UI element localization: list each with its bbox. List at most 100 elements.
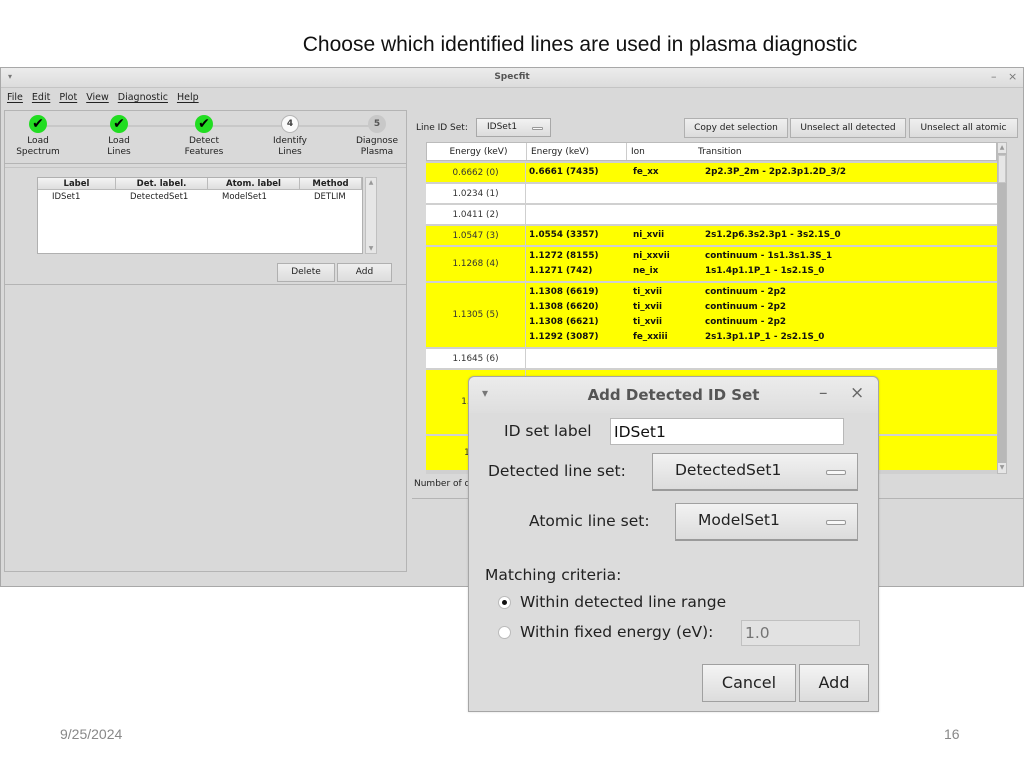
column-header-atomic-energy[interactable]: Energy (keV) [527,143,627,160]
unselect-all-atomic-button[interactable]: Unselect all atomic [909,118,1018,138]
option-within-fixed-energy-label[interactable]: Within fixed energy (eV): [520,623,713,641]
atomic-line[interactable]: 1.1271 (742) ne_ix 1s1.4p1.1P_1 - 1s2.1S_0 [526,264,997,279]
minimize-icon[interactable]: – [991,70,997,83]
dialog-minimize-icon[interactable]: – [819,383,828,403]
detected-energy-cell[interactable]: 1.0547 (3) [426,226,526,245]
line-id-set-dropdown[interactable]: IDSet1 [476,118,551,137]
atomic-line[interactable]: 1.1308 (6620) ti_xvii continuum - 2p2 [526,300,997,315]
scroll-up-icon[interactable]: ▲ [367,179,375,186]
dropdown-grip-icon [532,126,543,130]
step-load-lines[interactable]: ✔ Load Lines [84,115,154,158]
menu-edit[interactable]: Edit [32,92,50,103]
table-row[interactable]: IDSet1 DetectedSet1 ModelSet1 DETLIM [38,190,362,204]
step-label: Lines [107,147,131,157]
atomic-line[interactable]: 1.1272 (8155) ni_xxvii continuum - 1s1.3s1… [526,249,997,264]
dialog-add-button[interactable]: Add [799,664,869,702]
unselect-all-detected-button[interactable]: Unselect all detected [790,118,906,138]
table-row[interactable]: 1.1645 (6) [426,349,997,368]
lines-table-scrollbar[interactable]: ▲ ▼ [997,142,1007,474]
scroll-up-icon[interactable]: ▲ [998,143,1006,153]
column-header-transition[interactable]: Transition [694,143,996,160]
atomic-line[interactable]: 1.1308 (6619) ti_xvii continuum - 2p2 [526,285,997,300]
step-load-spectrum[interactable]: ✔ Load Spectrum [3,115,73,158]
close-icon[interactable]: × [1008,70,1017,83]
scroll-down-icon[interactable]: ▼ [998,463,1006,473]
radio-within-fixed-energy[interactable] [498,626,511,639]
table-row[interactable]: 1.1305 (5) 1.1308 (6619) ti_xvii continuum … [426,283,997,347]
detected-energy-cell[interactable]: 1.1268 (4) [426,247,526,281]
detected-energy-cell[interactable]: 1.0234 (1) [426,184,526,203]
atomic-energy: 1.1308 (6621) [529,317,599,327]
idset-table-header: Label Det. label. Atom. label Method [38,178,362,190]
step-identify-lines[interactable]: 4 Identify Lines [255,115,325,158]
detected-energy-cell[interactable]: 1.0411 (2) [426,205,526,224]
add-detected-id-set-dialog: ▾ Add Detected ID Set – × ID set label D… [468,376,879,712]
step-label: Features [184,147,224,157]
cell-det-label: DetectedSet1 [130,192,189,202]
step-diagnose-plasma[interactable]: 5 Diagnose Plasma [342,115,412,158]
ion: ti_xvii [633,287,663,297]
table-row[interactable]: 1.1268 (4) 1.1272 (8155) ni_xxvii continuum… [426,247,997,281]
slide-title: Choose which identified lines are used i… [302,33,858,56]
atomic-line[interactable]: 0.6661 (7435) fe_xx 2p2.3P_2m - 2p2.3p1.2D… [526,165,997,180]
step-label: Plasma [360,147,394,157]
transition: 2p2.3P_2m - 2p2.3p1.2D_3/2 [705,167,846,177]
column-header-method[interactable]: Method [300,178,362,189]
scroll-down-icon[interactable]: ▼ [367,245,375,252]
atomic-line[interactable]: 1.1308 (6621) ti_xvii continuum - 2p2 [526,315,997,330]
idset-scrollbar[interactable]: ▲ ▼ [365,177,377,254]
column-header-atom-label[interactable]: Atom. label [208,178,300,189]
dialog-titlebar: ▾ Add Detected ID Set – × [469,377,878,413]
detected-line-set-dropdown[interactable]: DetectedSet1 [652,453,858,491]
atomic-line[interactable]: 1.1292 (3087) fe_xxiii 2s1.3p1.1P_1 - 2s2.… [526,330,997,345]
column-header-label[interactable]: Label [38,178,116,189]
detected-energy-cell[interactable]: 1.1305 (5) [426,283,526,347]
step-label: Diagnose [355,136,399,146]
matching-criteria-label: Matching criteria: [485,566,622,584]
atomic-line-set-label: Atomic line set: [529,512,650,530]
menu-diagnostic[interactable]: Diagnostic [118,92,168,103]
copy-det-selection-button[interactable]: Copy det selection [684,118,788,138]
delete-button[interactable]: Delete [277,263,335,282]
radio-within-detected-range[interactable] [498,596,511,609]
detected-energy-cell[interactable]: 0.6662 (0) [426,163,526,182]
slide-date: 9/25/2024 [60,726,123,742]
transition: 1s1.4p1.1P_1 - 1s2.1S_0 [705,266,825,276]
cancel-button[interactable]: Cancel [702,664,796,702]
atomic-lines-cell [526,184,997,203]
step-label: Spectrum [16,147,60,157]
step-label: Load [27,136,49,146]
fixed-energy-input[interactable] [741,620,860,646]
id-set-label-input[interactable] [610,418,844,445]
transition: continuum - 2p2 [705,317,787,327]
id-set-label-caption: ID set label [504,422,592,440]
table-row[interactable]: 1.0547 (3) 1.0554 (3357) ni_xvii 2s1.2p6.3s… [426,226,997,245]
table-row[interactable]: 0.6662 (0) 0.6661 (7435) fe_xx 2p2.3P_2m - … [426,163,997,182]
menu-help[interactable]: Help [177,92,199,103]
step-label: Detect [188,136,219,146]
option-within-detected-range-label[interactable]: Within detected line range [520,593,726,611]
atomic-lines-cell: 1.1272 (8155) ni_xxvii continuum - 1s1.3s1… [526,247,997,281]
menu-plot[interactable]: Plot [59,92,77,103]
column-header-det-label[interactable]: Det. label. [116,178,208,189]
scrollbar-thumb[interactable] [998,155,1006,183]
step-detect-features[interactable]: ✔ Detect Features [169,115,239,158]
dialog-close-icon[interactable]: × [850,383,864,403]
atomic-line[interactable]: 1.0554 (3357) ni_xvii 2s1.2p6.3s2.3p1 - 3s… [526,228,997,243]
atomic-lines-cell [526,205,997,224]
menu-file[interactable]: File [7,92,23,103]
detected-energy-cell[interactable]: 1.1645 (6) [426,349,526,368]
column-header-ion[interactable]: Ion [627,143,694,160]
atomic-energy: 1.1308 (6620) [529,302,599,312]
idset-table: Label Det. label. Atom. label Method IDS… [37,177,363,254]
table-row[interactable]: 1.0411 (2) [426,205,997,224]
column-header-detected-energy[interactable]: Energy (keV) [427,143,527,160]
ion: ti_xvii [633,317,663,327]
menu-view[interactable]: View [86,92,109,103]
step-number-badge: 5 [368,115,386,133]
table-row[interactable]: 1.0234 (1) [426,184,997,203]
step-label: Load [108,136,130,146]
atomic-line-set-dropdown[interactable]: ModelSet1 [675,503,858,541]
add-button[interactable]: Add [337,263,392,282]
atomic-energy: 1.0554 (3357) [529,230,599,240]
